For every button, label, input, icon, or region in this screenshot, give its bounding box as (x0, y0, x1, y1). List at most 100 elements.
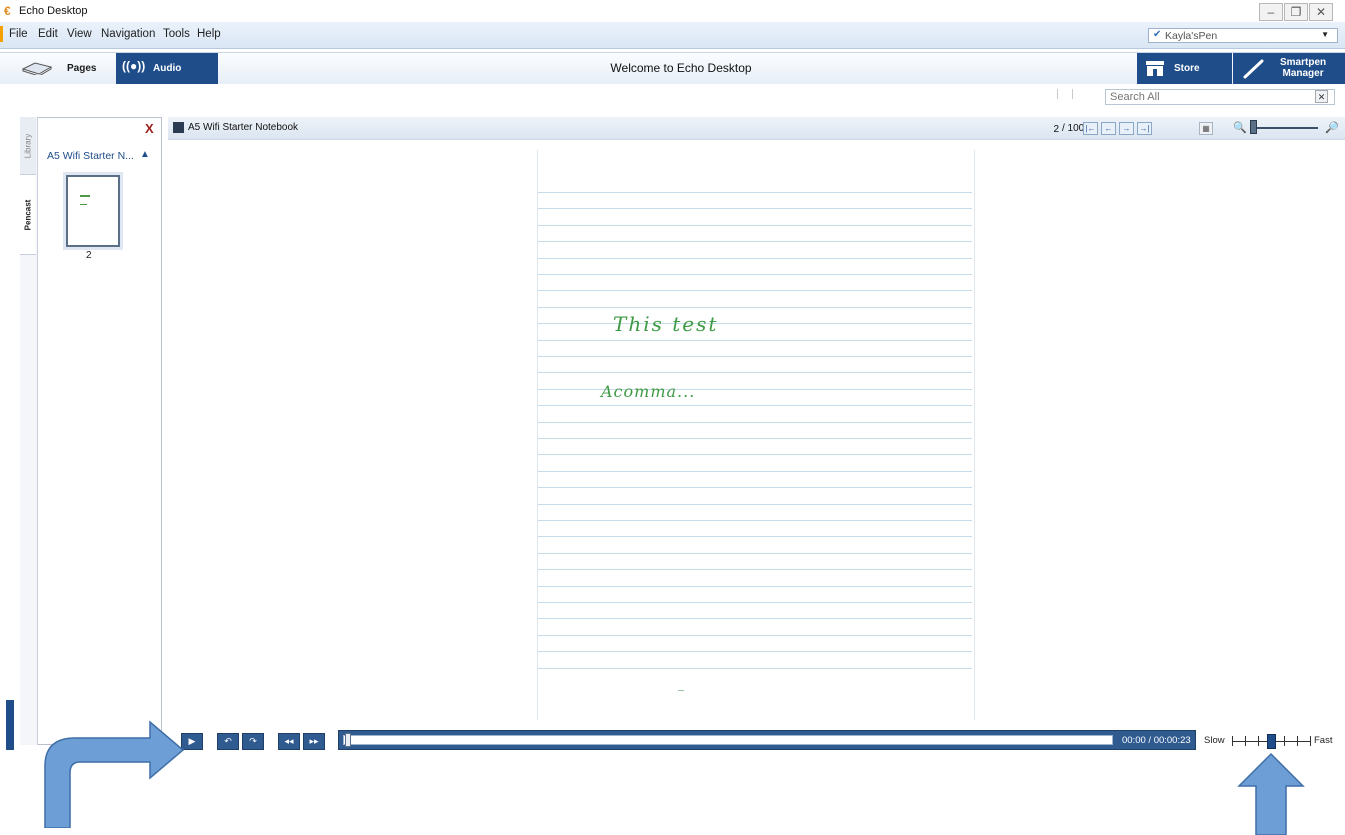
skip-forward-button[interactable]: ▸▸ (303, 733, 325, 750)
speed-tick (1284, 736, 1285, 746)
notebook-page[interactable]: This test Acomma... (537, 150, 975, 720)
page-thumbnail[interactable] (66, 175, 120, 247)
menu-help[interactable]: Help (197, 28, 221, 40)
page-ruled-line (538, 503, 972, 505)
handwriting-line: This test (613, 312, 719, 336)
annotation-arrow-left (44, 720, 185, 828)
page-ruled-line (538, 520, 972, 521)
menu-view[interactable]: View (67, 28, 92, 40)
timeline-track[interactable] (343, 735, 1113, 745)
pen-icon (1243, 59, 1264, 79)
speed-tick (1310, 736, 1311, 746)
first-page-button[interactable]: |← (1083, 122, 1098, 135)
tab-pages-label: Pages (67, 63, 97, 74)
tab-library-label: Library (23, 133, 33, 158)
playback-timeline[interactable] (338, 730, 1196, 750)
pen-selector-dropdown[interactable]: ✔ Kayla'sPen ▼ (1148, 28, 1338, 43)
separator (1072, 89, 1073, 99)
search-input[interactable] (1105, 89, 1335, 105)
chevron-down-icon: ▼ (1321, 30, 1329, 39)
thumbnail-ink (80, 204, 87, 205)
title-bar: € Echo Desktop – ❐ ✕ (0, 0, 1345, 22)
menu-edit[interactable]: Edit (38, 28, 58, 40)
page-ruled-line (538, 552, 972, 554)
page-ruled-line (538, 487, 972, 489)
app-logo-icon: € (4, 4, 11, 18)
smartpen-manager-button[interactable]: Smartpen Manager (1233, 53, 1345, 84)
page-ruled-line (538, 651, 972, 653)
zoom-slider-thumb[interactable] (1250, 120, 1257, 134)
menu-navigation[interactable]: Navigation (101, 28, 155, 40)
speed-tick (1245, 736, 1246, 746)
window-title: Echo Desktop (19, 5, 88, 17)
tab-audio[interactable]: ((●)) Audio (116, 53, 218, 84)
tab-audio-label: Audio (153, 63, 182, 74)
store-icon (1146, 61, 1164, 76)
window-edge (6, 700, 14, 750)
sidebar-notebook-title[interactable]: A5 Wifi Starter N... (47, 150, 134, 162)
page-ruled-line (538, 454, 972, 456)
menu-tools[interactable]: Tools (163, 28, 190, 40)
page-ruled-line (538, 634, 972, 636)
tab-library[interactable]: Library (20, 117, 36, 175)
zoom-in-icon[interactable]: 🔎 (1325, 121, 1339, 134)
page-ruled-line (538, 372, 972, 374)
ink-mark (678, 690, 684, 691)
tab-pencast[interactable]: Pencast (20, 175, 36, 255)
page-ruled-line (538, 618, 972, 620)
zoom-out-icon[interactable]: 🔍 (1233, 121, 1247, 134)
timeline-knob[interactable] (345, 733, 351, 747)
checkmark-icon: ✔ (1153, 29, 1162, 40)
minimize-button[interactable]: – (1259, 3, 1283, 21)
thumbnail-page-number: 2 (86, 250, 92, 261)
skip-back-button[interactable]: ◂◂ (278, 733, 300, 750)
welcome-title: Welcome to Echo Desktop (610, 61, 752, 75)
audio-waves-icon: ((●)) (122, 59, 146, 73)
page-ruled-line (538, 192, 972, 193)
page-ruled-line (538, 405, 972, 407)
chevron-up-icon[interactable]: ▲ (140, 149, 150, 160)
menu-file[interactable]: File (9, 28, 28, 40)
zoom-slider[interactable] (1252, 127, 1318, 129)
speed-tick (1258, 736, 1259, 746)
restore-button[interactable]: ❐ (1284, 3, 1308, 21)
rewind-button[interactable]: ↶ (217, 733, 239, 750)
tab-pages[interactable]: Pages (14, 53, 114, 84)
speed-slow-label: Slow (1204, 735, 1225, 746)
speed-slider-thumb[interactable] (1266, 734, 1276, 749)
pen-selector-value: Kayla'sPen (1165, 30, 1218, 42)
forward-button[interactable]: ↷ (242, 733, 264, 750)
search-clear-icon[interactable]: ✕ (1315, 90, 1328, 103)
page-ruled-line (538, 224, 972, 226)
page-total: / 100 (1062, 123, 1085, 134)
page-ruled-line (538, 241, 972, 243)
handwriting-line: Acomma... (601, 382, 696, 401)
page-ruled-line (538, 470, 972, 472)
notebook-header: A5 Wifi Starter Notebook (168, 117, 1345, 140)
store-label: Store (1174, 63, 1200, 74)
notebook-icon (22, 62, 52, 75)
page-ruled-line (538, 208, 972, 210)
close-panel-button[interactable]: X (145, 121, 154, 136)
main-toolbar: Pages ((●)) Audio Welcome to Echo Deskto… (0, 52, 1345, 85)
last-page-button[interactable]: →| (1137, 122, 1152, 135)
next-page-button[interactable]: → (1119, 122, 1134, 135)
page-ruled-line (538, 356, 972, 357)
previous-page-button[interactable]: ← (1101, 122, 1116, 135)
menu-bar: File Edit View Navigation Tools Help (0, 22, 1345, 49)
page-ruled-line (538, 323, 972, 325)
page-ruled-line (538, 306, 972, 308)
smartpen-label-line1: Smartpen (1280, 57, 1327, 68)
separator (1057, 89, 1058, 99)
page-number-input[interactable] (1035, 122, 1061, 137)
page-layout-icon[interactable]: ▦ (1199, 122, 1213, 135)
close-window-button[interactable]: ✕ (1309, 3, 1333, 21)
smartpen-manager-label: Smartpen Manager (1280, 57, 1326, 79)
speed-fast-label: Fast (1314, 735, 1333, 746)
speed-tick (1297, 736, 1298, 746)
speed-tick (1232, 736, 1233, 746)
page-ruled-line (538, 421, 972, 423)
page-ruled-line (538, 339, 972, 341)
store-button[interactable]: Store (1137, 53, 1232, 84)
tab-pencast-label: Pencast (23, 199, 33, 230)
